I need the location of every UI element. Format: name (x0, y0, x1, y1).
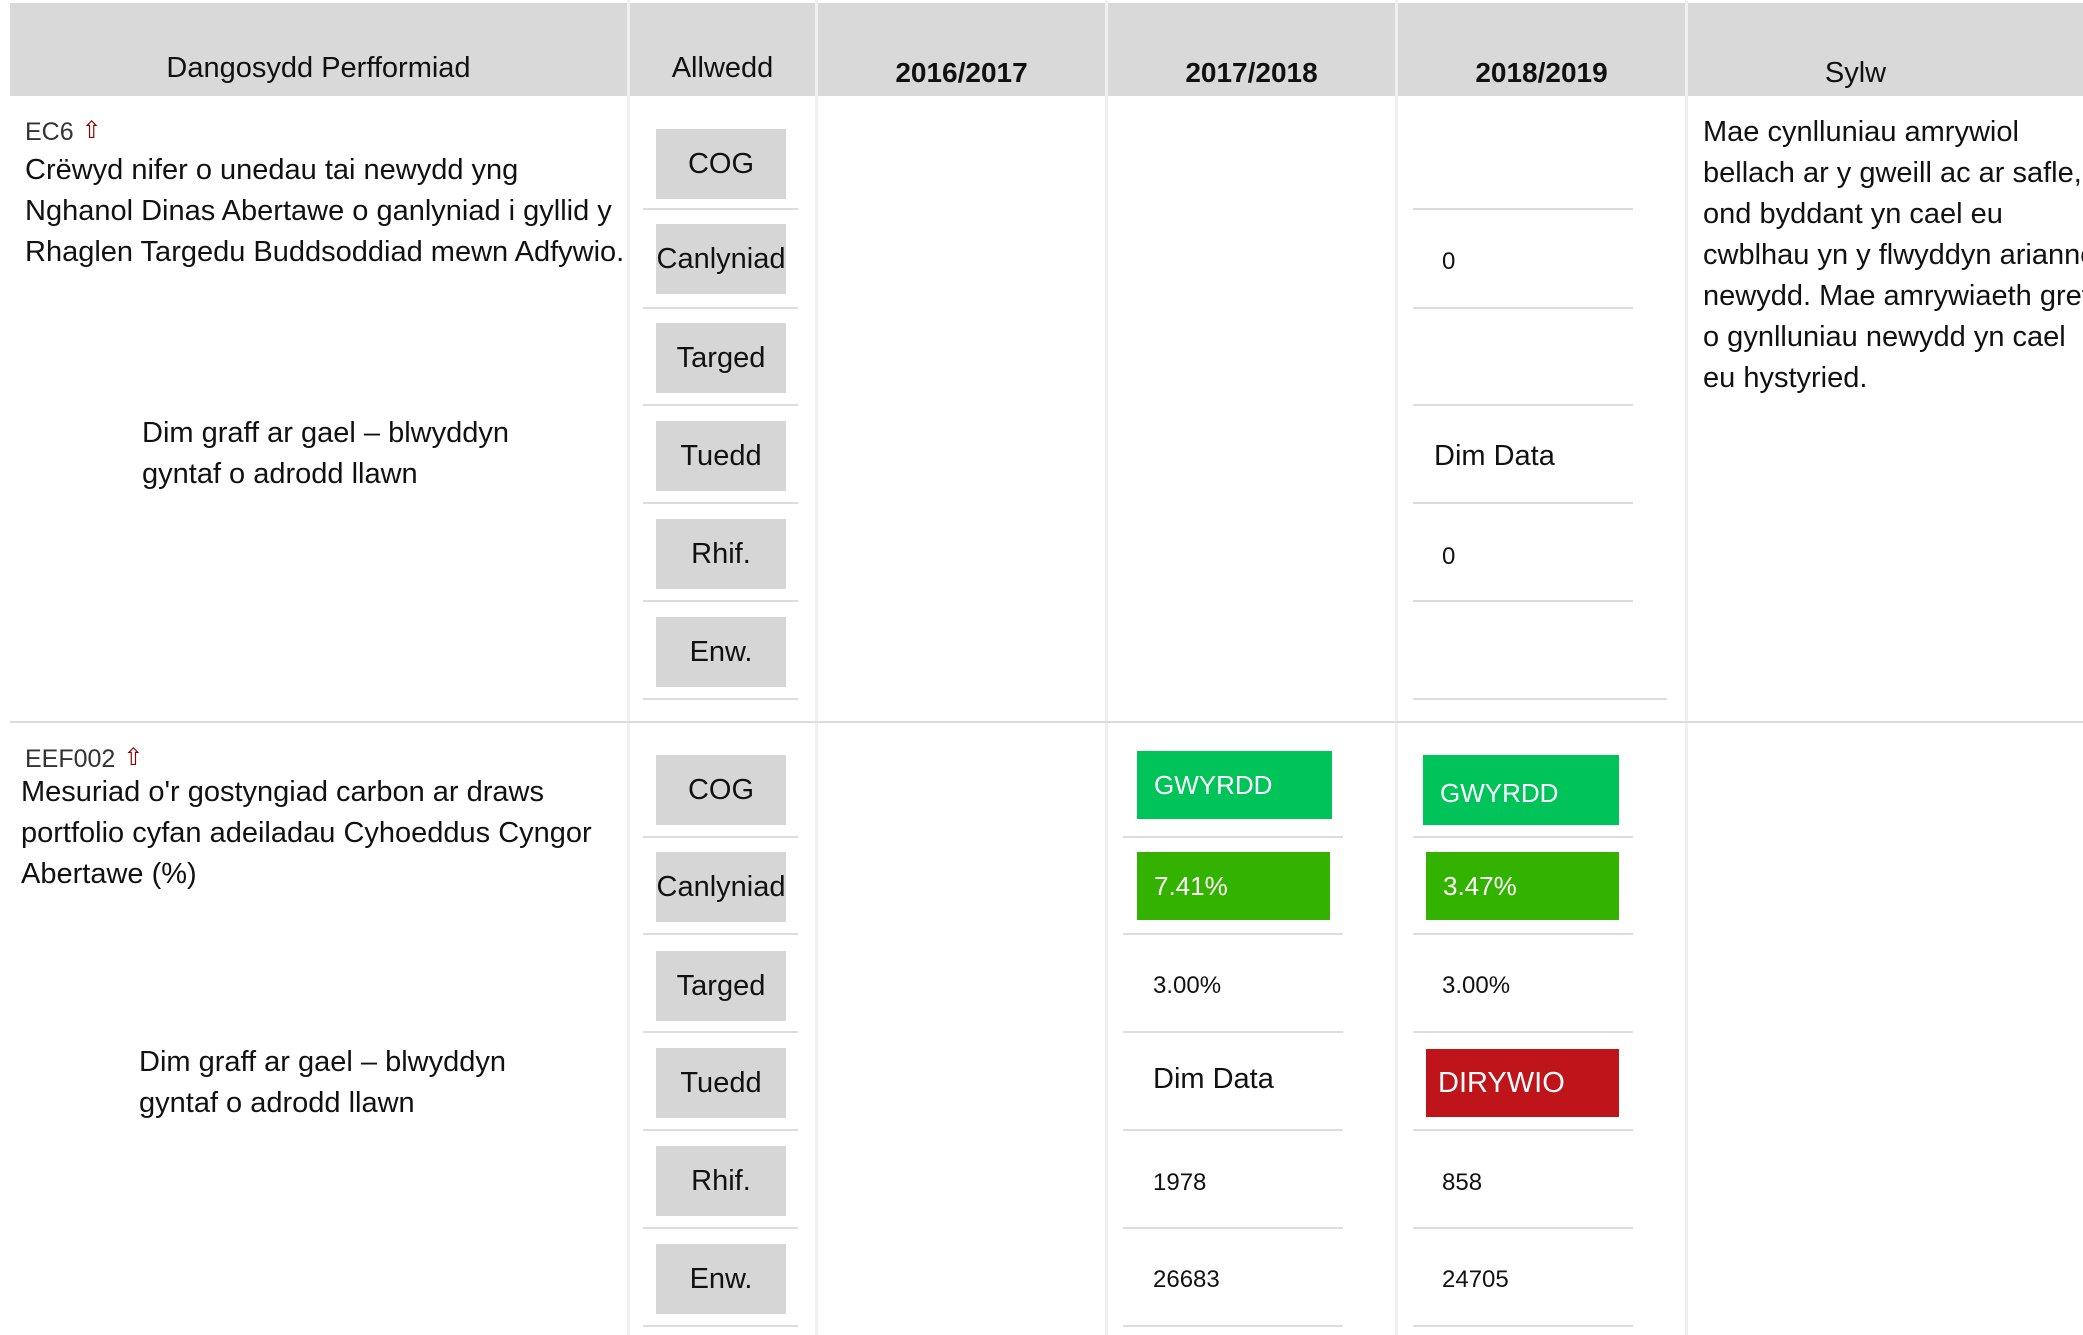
indicator-code: EEF002 ⇧ (25, 744, 144, 773)
no-graph-note: Dim graff ar gael – blwyddyn gyntaf o ad… (139, 1046, 506, 1119)
divider (1123, 933, 1343, 935)
divider (1413, 1129, 1633, 1131)
status-badge-tuedd-2018-2019: DIRYWIO (1426, 1049, 1619, 1117)
divider (1123, 1227, 1343, 1229)
up-arrow-icon: ⇧ (123, 744, 144, 771)
divider (1413, 1031, 1633, 1033)
value-tuedd-2017-2018: Dim Data (1153, 1063, 1274, 1095)
row-divider (10, 721, 2083, 723)
value-targed-2017-2018: 3.00% (1153, 972, 1222, 999)
header-key: Allwedd (630, 3, 815, 96)
key-canlyniad: Canlyniad (656, 224, 786, 294)
value-rhif-2017-2018: 1978 (1153, 1169, 1207, 1196)
key-tuedd: Tuedd (656, 421, 786, 491)
key-cog: COG (656, 755, 786, 825)
status-badge-canlyniad-2017-2018: 7.41% (1137, 852, 1330, 920)
column-divider (627, 0, 630, 1335)
indicator-description: Mesuriad o'r gostyngiad carbon ar draws … (21, 776, 592, 890)
key-tuedd: Tuedd (656, 1048, 786, 1118)
divider (1413, 1325, 1633, 1327)
indicator-code: EC6 ⇧ (25, 117, 102, 146)
divider (1413, 836, 1633, 838)
header-year-2-label: 2017/2018 (1185, 57, 1318, 88)
up-arrow-icon: ⇧ (81, 117, 102, 144)
divider (1413, 698, 1667, 700)
header-year-1-label: 2016/2017 (895, 57, 1028, 88)
header-year-3-label: 2018/2019 (1475, 57, 1608, 88)
key-cog: COG (656, 129, 786, 199)
divider (643, 1227, 798, 1229)
divider (643, 933, 798, 935)
divider (1413, 208, 1633, 210)
divider (643, 404, 798, 406)
divider (643, 600, 798, 602)
divider (1413, 1227, 1633, 1229)
divider (1123, 836, 1343, 838)
key-rhif: Rhif. (656, 519, 786, 589)
value-tuedd-2018-2019: Dim Data (1434, 440, 1555, 472)
divider (1413, 502, 1633, 504)
no-graph-note: Dim graff ar gael – blwyddyn gyntaf o ad… (142, 417, 509, 490)
key-targed: Targed (656, 951, 786, 1021)
column-divider (1395, 0, 1398, 1335)
value-enw-2018-2019: 24705 (1442, 1266, 1509, 1293)
divider (1123, 1031, 1343, 1033)
key-targed: Targed (656, 323, 786, 393)
header-indicator-label: Dangosydd Perfformiad (166, 52, 471, 84)
divider (643, 836, 798, 838)
column-divider (1685, 0, 1688, 1335)
divider (643, 1129, 798, 1131)
value-rhif-2018-2019: 0 (1442, 543, 1456, 570)
divider (1413, 404, 1633, 406)
key-enw: Enw. (656, 617, 786, 687)
key-canlyniad: Canlyniad (656, 852, 786, 922)
indicator-comment: Mae cynlluniau amrywiol bellach ar y gwe… (1703, 116, 2083, 394)
header-year-3: 2018/2019 (1398, 3, 1685, 96)
header-comment-label: Sylw (1824, 57, 1887, 89)
divider (643, 307, 798, 309)
value-targed-2018-2019: 3.00% (1442, 972, 1511, 999)
column-divider (815, 0, 818, 1335)
divider (643, 698, 798, 700)
header-key-label: Allwedd (671, 52, 774, 84)
value-rhif-2018-2019: 858 (1442, 1169, 1483, 1196)
divider (643, 1325, 798, 1327)
header-year-1: 2016/2017 (818, 3, 1105, 96)
header-year-2: 2017/2018 (1108, 3, 1395, 96)
divider (1413, 933, 1633, 935)
key-enw: Enw. (656, 1244, 786, 1314)
divider (643, 208, 798, 210)
divider (1123, 1129, 1343, 1131)
status-badge-canlyniad-2018-2019: 3.47% (1426, 852, 1619, 920)
divider (1123, 1325, 1343, 1327)
key-rhif: Rhif. (656, 1146, 786, 1216)
divider (643, 1031, 798, 1033)
indicator-description: Crëwyd nifer o unedau tai newydd yng Ngh… (25, 154, 625, 268)
status-badge-cog-2018-2019: GWYRDD (1423, 755, 1619, 825)
header-indicator: Dangosydd Perfformiad (10, 3, 627, 96)
header-comment: Sylw (1688, 3, 2083, 96)
status-badge-cog-2017-2018: GWYRDD (1137, 751, 1332, 819)
column-divider (1105, 0, 1108, 1335)
value-enw-2017-2018: 26683 (1153, 1266, 1220, 1293)
divider (1413, 600, 1633, 602)
divider (643, 502, 798, 504)
value-canlyniad-2018-2019: 0 (1442, 248, 1456, 275)
divider (1413, 307, 1633, 309)
